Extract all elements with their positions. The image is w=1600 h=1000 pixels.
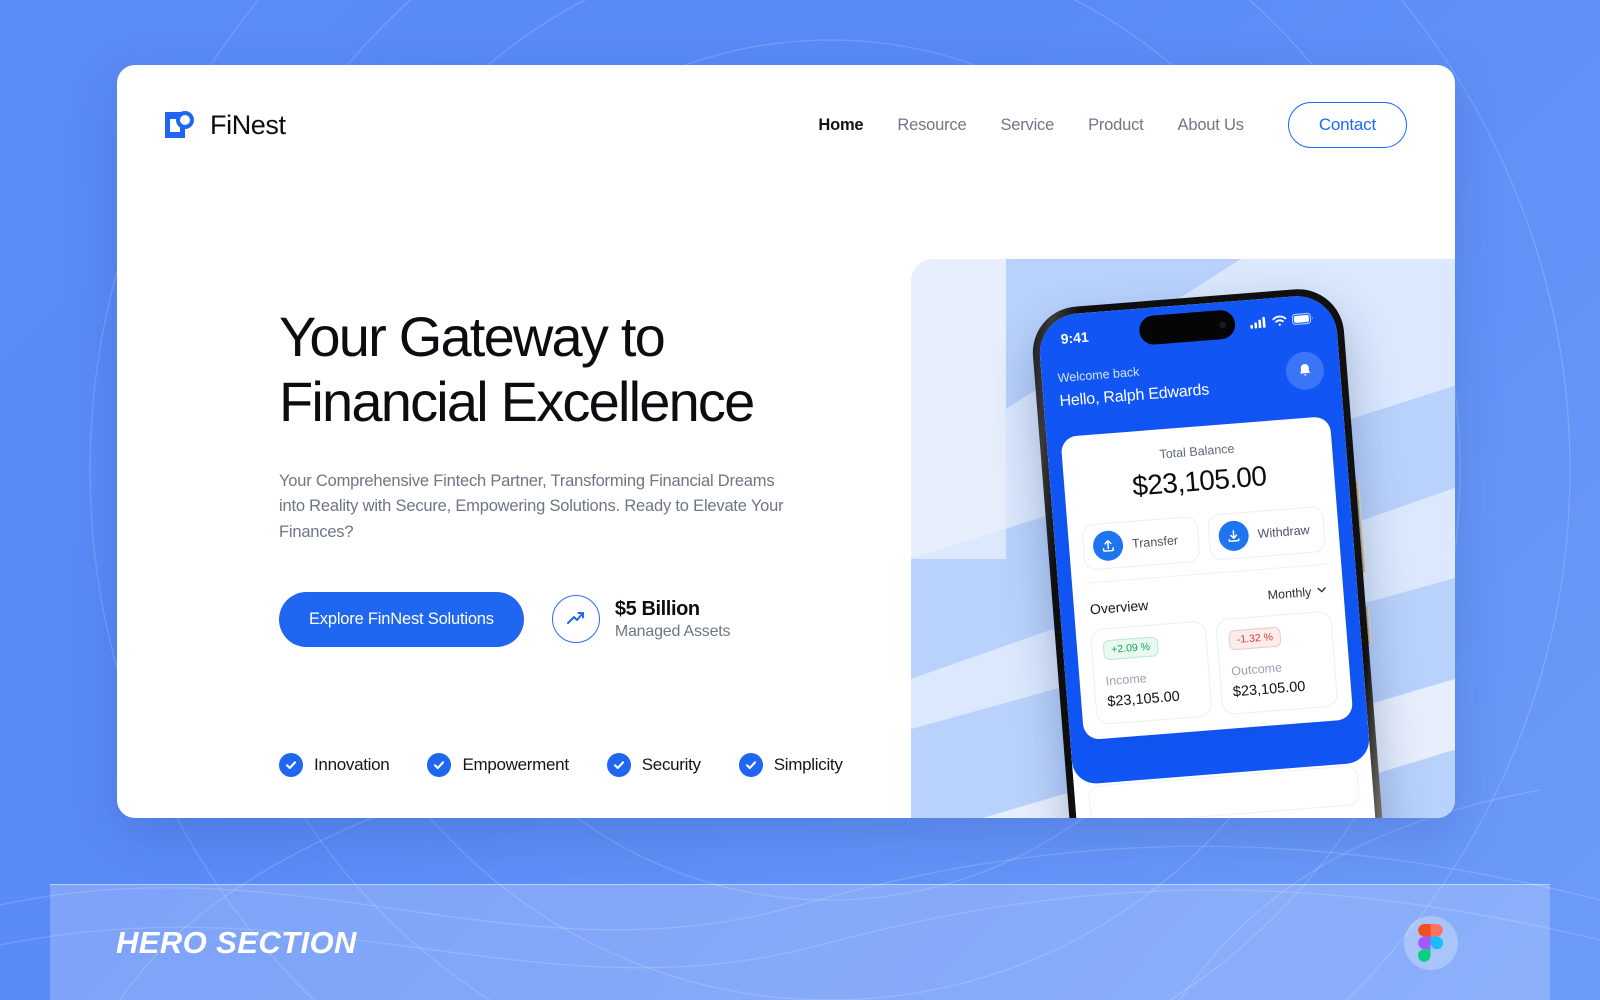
feature-label: Security (641, 755, 701, 774)
brand-logo[interactable]: FiNest (163, 108, 286, 142)
cta-row: Explore FinNest Solutions $5 Billion Man… (279, 591, 839, 647)
nav-item-resource[interactable]: Resource (897, 116, 966, 135)
cellular-signal-icon (1250, 315, 1268, 332)
download-icon (1217, 519, 1250, 553)
nav-item-home[interactable]: Home (818, 116, 863, 135)
feature-innovation: Innovation (279, 753, 390, 777)
feature-empowerment: Empowerment (427, 753, 569, 777)
upload-icon (1091, 529, 1125, 562)
period-dropdown[interactable]: Monthly (1267, 584, 1328, 603)
outcome-change-badge: -1.32 % (1228, 626, 1282, 651)
phone-frame: 9:41 Welcome back Hello, Ralph Edwards T… (1029, 285, 1391, 818)
headline-line-2: Financial Excellence (279, 369, 755, 433)
period-label: Monthly (1267, 584, 1312, 603)
main-nav: Home Resource Service Product About Us C… (818, 102, 1407, 148)
brand-name: FiNest (210, 109, 286, 140)
contact-button[interactable]: Contact (1287, 102, 1407, 148)
footer-banner: HERO SECTION (50, 884, 1550, 1000)
greeting-row: Welcome back Hello, Ralph Edwards (1057, 350, 1326, 411)
bell-icon[interactable] (1284, 350, 1326, 392)
hero-content: Your Gateway to Financial Excellence You… (279, 305, 839, 647)
transfer-button[interactable]: Transfer (1081, 515, 1201, 571)
transfer-label: Transfer (1131, 533, 1179, 551)
feature-security: Security (606, 753, 701, 777)
greeting-welcome: Welcome back (1057, 364, 1140, 386)
feature-list: Innovation Empowerment Security Simplici… (279, 753, 843, 777)
feature-simplicity: Simplicity (738, 753, 843, 777)
phone-mockup: 9:41 Welcome back Hello, Ralph Edwards T… (1029, 285, 1391, 818)
outcome-card: -1.32 % Outcome $23,105.00 (1215, 610, 1339, 716)
app-showcase-panel: 9:41 Welcome back Hello, Ralph Edwards T… (911, 259, 1455, 818)
managed-assets-stat: $5 Billion Managed Assets (551, 595, 731, 644)
outcome-amount: $23,105.00 (1232, 678, 1306, 701)
quick-actions: Transfer Withdraw (1081, 505, 1327, 571)
overview-cards: +2.09 % Income $23,105.00 -1.32 % Outcom… (1089, 610, 1339, 726)
wifi-icon (1271, 313, 1287, 330)
outcome-label: Outcome (1230, 660, 1283, 679)
footer-title: HERO SECTION (116, 924, 357, 960)
feature-label: Simplicity (773, 755, 843, 774)
total-balance-card: Total Balance $23,105.00 Transfer Withdr… (1060, 415, 1354, 741)
site-header: FiNest Home Resource Service Product Abo… (117, 65, 1455, 185)
check-icon (606, 753, 631, 777)
withdraw-button[interactable]: Withdraw (1206, 505, 1327, 561)
greeting-name: Hello, Ralph Edwards (1058, 381, 1210, 411)
phone-screen: 9:41 Welcome back Hello, Ralph Edwards T… (1036, 293, 1384, 818)
finest-logo-icon (163, 108, 197, 142)
explore-solutions-button[interactable]: Explore FinNest Solutions (279, 591, 524, 647)
trending-up-icon (551, 595, 600, 644)
income-amount: $23,105.00 (1106, 688, 1181, 711)
stat-label: Managed Assets (614, 622, 731, 640)
overview-title: Overview (1089, 596, 1149, 618)
figma-icon[interactable] (1404, 915, 1458, 970)
withdraw-label: Withdraw (1257, 522, 1311, 541)
feature-label: Empowerment (462, 755, 569, 774)
stat-value: $5 Billion (614, 597, 700, 620)
check-icon (427, 753, 452, 777)
income-card: +2.09 % Income $23,105.00 (1089, 620, 1213, 726)
headline-line-1: Your Gateway to (279, 305, 666, 368)
income-label: Income (1105, 671, 1148, 689)
chevron-down-icon (1316, 584, 1328, 599)
check-icon (279, 753, 303, 777)
income-change-badge: +2.09 % (1102, 636, 1159, 661)
check-icon (738, 753, 763, 777)
page-title: Your Gateway to Financial Excellence (279, 305, 839, 435)
battery-icon (1291, 311, 1314, 329)
dynamic-island (1138, 309, 1237, 346)
nav-item-product[interactable]: Product (1088, 116, 1144, 135)
nav-item-about-us[interactable]: About Us (1178, 116, 1244, 135)
status-time: 9:41 (1060, 328, 1090, 347)
nav-item-service[interactable]: Service (1000, 116, 1054, 135)
hero-card: FiNest Home Resource Service Product Abo… (117, 65, 1455, 818)
hero-subheading: Your Comprehensive Fintech Partner, Tran… (279, 471, 784, 542)
feature-label: Innovation (314, 755, 390, 774)
